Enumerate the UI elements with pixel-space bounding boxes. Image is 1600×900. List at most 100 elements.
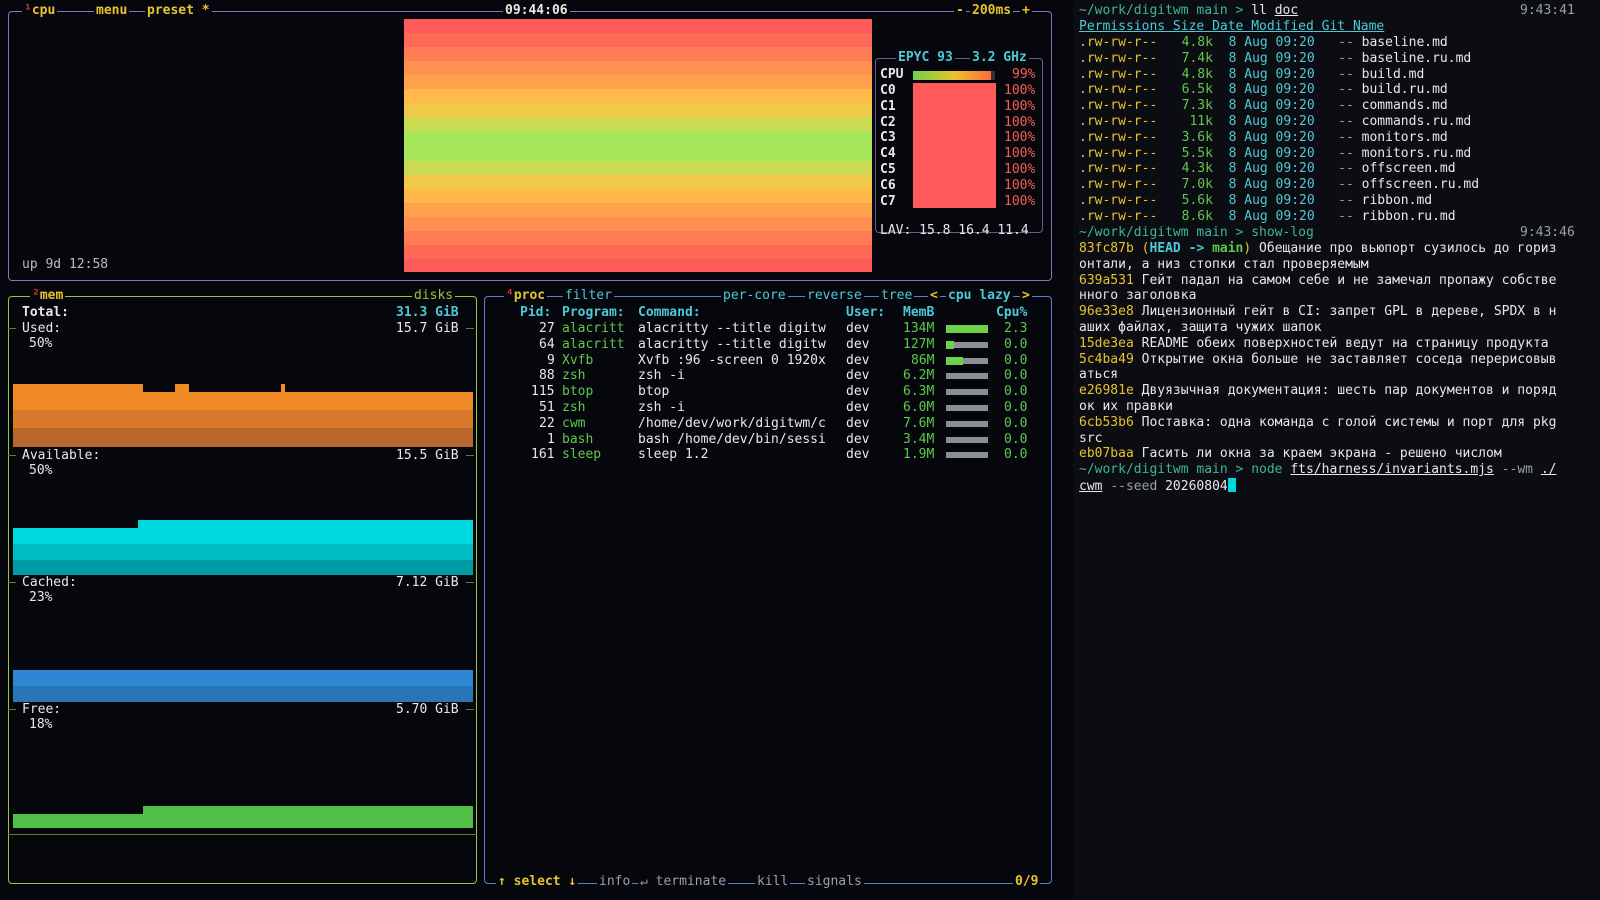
core-pct: 100% (1004, 98, 1036, 114)
file-size: 8.6k (1181, 208, 1213, 224)
file-size: 5.5k (1181, 145, 1213, 161)
sort-prev-button[interactable]: < (928, 289, 940, 303)
process-row[interactable]: 64 alacritt alacritty --title digitw dev 127… (0, 337, 1050, 352)
free-graph (13, 806, 473, 828)
sort-next-button[interactable]: > (1020, 289, 1032, 303)
file-name[interactable]: ribbon.md (1362, 193, 1432, 208)
commit-message-wrap: онтали, а низ стопки стал проверяемым (1079, 256, 1369, 272)
process-cpu-graph (946, 325, 988, 333)
pid-header[interactable]: Pid: (520, 305, 551, 320)
file-name[interactable]: baseline.md (1362, 35, 1448, 50)
commit-message: Гейт падал на самом себе и не замечал пр… (1141, 272, 1557, 288)
file-name[interactable]: offscreen.ru.md (1362, 177, 1479, 192)
terminate-button[interactable]: ↵ terminate (638, 875, 729, 889)
process-cpu: 0.0 (1004, 400, 1028, 415)
file-row: .rw-rw-r-- 7.4k 8 Aug 09:20 -- baseline.… (1079, 51, 1471, 67)
log-timestamp: 9:43:46 (1520, 225, 1575, 240)
file-name[interactable]: commands.md (1362, 98, 1448, 113)
process-row[interactable]: 27 alacritt alacritty --title digitw dev 134… (0, 321, 1050, 336)
core-pct: 100% (1004, 193, 1036, 209)
kill-button[interactable]: kill (755, 875, 791, 889)
filter-button[interactable]: filter (563, 289, 614, 303)
file-name[interactable]: baseline.ru.md (1362, 51, 1472, 66)
uptime: up 9d 12:58 (22, 257, 109, 272)
program-header[interactable]: Program: (562, 305, 625, 320)
command-header[interactable]: Command: (638, 305, 701, 320)
file-row: .rw-rw-r-- 5.6k 8 Aug 09:20 -- ribbon.md (1079, 193, 1432, 209)
proc-title[interactable]: ⁴proc (504, 289, 548, 303)
process-row[interactable]: 1 bash bash /home/dev/bin/sessi dev 3.4M 0.0 (0, 432, 1050, 447)
process-user: dev (846, 384, 870, 400)
mem-title[interactable]: ²mem (30, 289, 66, 303)
process-program: zsh (562, 368, 586, 384)
file-row: .rw-rw-r-- 8.6k 8 Aug 09:20 -- ribbon.ru… (1079, 209, 1456, 225)
commit-message: Открытие окна больше не заставляет сосед… (1141, 351, 1557, 367)
user-header[interactable]: User: (846, 305, 885, 320)
file-permissions: .rw-rw-r-- (1079, 129, 1158, 145)
signals-button[interactable]: signals (805, 875, 864, 889)
disks-toggle[interactable]: disks (412, 289, 456, 303)
mem-row-rule (8, 582, 16, 583)
cpu-title[interactable]: ¹cpu (22, 4, 58, 18)
file-date: 8 Aug 09:20 (1228, 35, 1315, 50)
file-name[interactable]: monitors.md (1362, 130, 1448, 145)
node-prompt[interactable]: ~/work/digitwm main > node fts/harness/i… (1079, 462, 1556, 478)
file-name[interactable]: commands.ru.md (1362, 114, 1472, 129)
file-name[interactable]: monitors.ru.md (1362, 146, 1472, 161)
cpu-total-label: CPU (880, 67, 904, 82)
process-row[interactable]: 115 btop btop dev 6.3M 0.0 (0, 384, 1050, 399)
commit-message: Гасить ли окна за краем экрана - решено … (1141, 446, 1502, 462)
process-program: alacritt (562, 321, 625, 336)
file-date: 8 Aug 09:20 (1228, 208, 1315, 224)
select-button[interactable]: ↑ select ↓ (496, 875, 579, 889)
tree-toggle[interactable]: tree (879, 289, 915, 303)
process-command: sleep 1.2 (638, 447, 709, 463)
commit-message-wrap: ок их правки (1079, 399, 1173, 414)
process-user: dev (846, 336, 870, 352)
commit-hash: 83fc87b (1079, 241, 1134, 256)
commit-message-wrap: нного заголовка (1079, 288, 1197, 304)
mem-row-value: 7.12 GiB (396, 575, 459, 590)
process-pid: 64 (539, 336, 555, 352)
head-branch: main (1212, 241, 1244, 256)
cpu-header[interactable]: Cpu% (996, 305, 1027, 320)
process-pid: 22 (539, 415, 555, 431)
file-size: 7.0k (1181, 177, 1213, 193)
file-name[interactable]: build.ru.md (1362, 82, 1448, 97)
process-row[interactable]: 9 Xvfb Xvfb :96 -screen 0 1920x dev 86M 0.0 (0, 353, 1050, 368)
file-name[interactable]: ribbon.ru.md (1362, 209, 1456, 224)
terminal-window[interactable]: ~/work/digitwm main > ll doc 9:43:41 Per… (1073, 0, 1600, 900)
commit-hash: 5c4ba49 (1079, 351, 1134, 367)
process-pid: 161 (531, 447, 555, 463)
commit-message: README обеих поверхностей ведут на стран… (1141, 335, 1549, 351)
process-row[interactable]: 51 zsh zsh -i dev 6.0M 0.0 (0, 400, 1050, 415)
interval-decrease-button[interactable]: - (954, 4, 966, 18)
menu-button[interactable]: menu (94, 4, 130, 18)
file-date: 8 Aug 09:20 (1228, 193, 1315, 208)
file-date: 8 Aug 09:20 (1228, 129, 1315, 145)
file-name[interactable]: offscreen.md (1362, 161, 1456, 176)
reverse-toggle[interactable]: reverse (805, 289, 864, 303)
process-program: zsh (562, 400, 586, 415)
process-cpu: 0.0 (1004, 352, 1028, 368)
commit-row: 5c4ba49 Открытие окна больше не заставля… (1079, 352, 1556, 368)
process-row[interactable]: 88 zsh zsh -i dev 6.2M 0.0 (0, 368, 1050, 383)
ll-timestamp: 9:43:41 (1520, 3, 1575, 18)
process-row[interactable]: 161 sleep sleep 1.2 dev 1.9M 0.0 (0, 447, 1050, 462)
file-name[interactable]: build.md (1362, 67, 1425, 82)
file-date: 8 Aug 09:20 (1228, 161, 1315, 177)
head-ref-close: ) (1243, 241, 1252, 256)
preset-button[interactable]: preset * (145, 4, 212, 18)
commit-message: Обещание про вьюпорт сузилось до гориз (1259, 241, 1557, 256)
process-row[interactable]: 22 cwm/home/dev/work/digitwm/c dev 7.6M 0.0 (0, 416, 1050, 431)
info-button[interactable]: info (597, 875, 633, 889)
file-git: -- (1338, 98, 1354, 114)
mem-header[interactable]: MemB (903, 305, 934, 320)
file-git: -- (1338, 145, 1354, 161)
mem-row-rule (466, 582, 474, 583)
interval-increase-button[interactable]: + (1020, 4, 1032, 18)
node-prompt-wrap[interactable]: cwm --seed 20260804 (1079, 478, 1236, 495)
per-core-toggle[interactable]: per-core (721, 289, 788, 303)
file-row: .rw-rw-r-- 4.3k 8 Aug 09:20 -- offscreen… (1079, 161, 1456, 177)
process-cpu-graph (946, 436, 988, 443)
